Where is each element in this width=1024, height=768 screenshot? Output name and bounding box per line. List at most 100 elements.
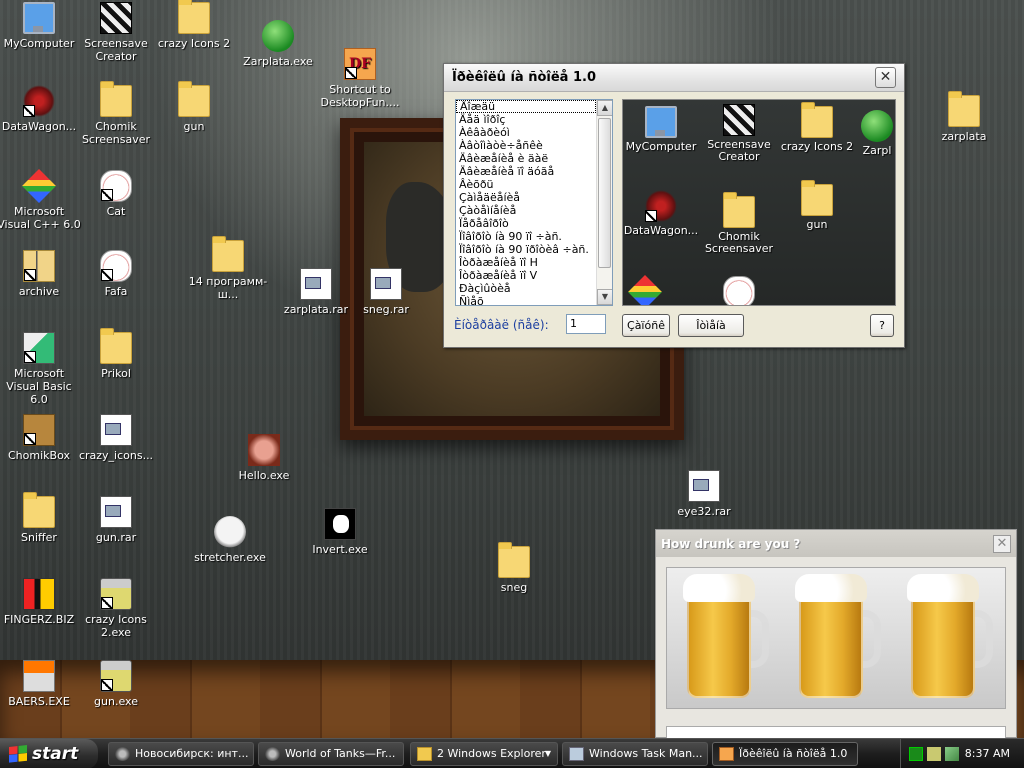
document-icon — [688, 470, 720, 502]
effect-list-item[interactable]: Àâòîìàòè÷åñêè — [456, 139, 596, 152]
dialog-titlebar[interactable]: Ïðèêîëû íà ñòîëå 1.0 ✕ — [444, 64, 904, 92]
folder-icon — [100, 328, 132, 364]
effect-list-item[interactable]: Ñìåõ — [456, 295, 596, 305]
virus-icon — [645, 190, 677, 222]
desktop-icon-chomikbox[interactable]: ChomikBox — [0, 414, 81, 462]
effect-preview: MyComputer Screensave Creator crazy Icon… — [622, 99, 896, 306]
effect-list-item[interactable]: Àêâàðèóì — [456, 126, 596, 139]
desktop-icon-hello-exe[interactable]: Hello.exe — [222, 434, 306, 482]
taskbar-item-task-manager[interactable]: Windows Task Man... — [562, 742, 708, 766]
effect-listbox[interactable]: Äîæäü Äåä ìîðîç Àêâàðèóì Àâòîìàòè÷åñêè Äâèæå… — [455, 99, 613, 306]
desktop-icon-zarplata-exe[interactable]: Zarplata.exe — [236, 20, 320, 68]
desktop-icon-my-computer[interactable]: MyComputer — [0, 2, 81, 50]
desktop-icon-ms-visual-cpp[interactable]: Microsoft Visual C++ 6.0 — [0, 169, 81, 231]
desktop-icon-gun-exe[interactable]: gun.exe — [74, 660, 158, 708]
listbox-scrollbar[interactable]: ▲ ▼ — [596, 100, 612, 305]
desktop-icon-zarplata-folder[interactable]: zarplata — [922, 91, 1006, 143]
close-icon[interactable]: ✕ — [875, 67, 896, 88]
desktop[interactable]: MyComputer DataWagon... Microsoft Visual… — [0, 0, 1024, 738]
cubes-icon — [628, 275, 662, 305]
tray-network-icon[interactable] — [945, 747, 959, 761]
effect-list-item[interactable]: Äåä ìîðîç — [456, 113, 596, 126]
interval-label: Èíòåðâàë (ñåê): — [454, 318, 549, 332]
preview-icon: Screensave Creator — [699, 104, 779, 163]
tray-green-icon[interactable] — [909, 747, 923, 761]
desktop-icon-cat[interactable]: Cat — [74, 170, 158, 218]
desktop-icon-sneg-folder[interactable]: sneg — [472, 542, 556, 594]
start-button[interactable]: start — [0, 739, 98, 768]
beer-titlebar[interactable]: How drunk are you ? ✕ — [656, 530, 1016, 557]
desktop-icon-gun-rar[interactable]: gun.rar — [74, 496, 158, 544]
desktop-icon-gun-folder[interactable]: gun — [152, 81, 236, 133]
document-icon — [100, 414, 132, 446]
tray-app-icon[interactable] — [927, 747, 941, 761]
effect-list-item[interactable]: Äîæäü — [456, 100, 596, 113]
wot-icon — [115, 747, 130, 761]
effect-list-item[interactable]: Ïîâîðîò íà 90 ïðîòèâ ÷àñ. — [456, 243, 596, 256]
desktop-icon-eye32-rar[interactable]: eye32.rar — [662, 470, 746, 518]
effect-list-item[interactable]: Âèõðü — [456, 178, 596, 191]
preview-icon: Chomik Screensaver — [699, 192, 779, 255]
effect-list-item[interactable]: Çàòåìíåíèå — [456, 204, 596, 217]
desktop-icon-baers[interactable]: BAERS.EXE — [0, 660, 81, 708]
apply-button[interactable]: Çàïóñê — [622, 314, 670, 337]
preview-icon: Zarpl — [855, 110, 895, 157]
close-icon[interactable]: ✕ — [993, 534, 1011, 553]
desktop-icon-sniffer[interactable]: Sniffer — [0, 492, 81, 544]
desktop-icon-programs-14[interactable]: 14 программ-ш... — [186, 236, 270, 301]
scroll-thumb[interactable] — [598, 118, 611, 268]
beer-bottom-panel — [666, 726, 1006, 738]
desktop-icon-sneg-rar[interactable]: sneg.rar — [344, 268, 428, 316]
effect-list-item[interactable]: Îòðàæåíèå ïî H — [456, 256, 596, 269]
smiley-icon — [214, 516, 246, 548]
desktop-icon-prikol[interactable]: Prikol — [74, 328, 158, 380]
desktop-icon-chomik-screensaver[interactable]: Chomik Screensaver — [74, 81, 158, 146]
effect-list-item[interactable]: Äâèæåíèå è äàë — [456, 152, 596, 165]
taskbar-item-world-of-tanks[interactable]: World of Tanks—Fr... — [258, 742, 404, 766]
desktop-icon-crazy-icons-2-exe[interactable]: crazy Icons 2.exe — [74, 578, 158, 639]
taskbar-item-windows-explorer[interactable]: 2 Windows Explorer ▼ — [410, 742, 558, 766]
beer-mug-icon[interactable] — [905, 574, 993, 702]
effect-list-item[interactable]: Ïåðåâîðîò — [456, 217, 596, 230]
preview-icon: gun — [777, 180, 857, 231]
folder-icon — [100, 81, 132, 117]
effect-list-item[interactable]: Ïîâîðîò íà 90 ïî ÷àñ. — [456, 230, 596, 243]
folder-icon — [417, 747, 432, 761]
desktop-icon-fafa[interactable]: Fafa — [74, 250, 158, 298]
effect-list-item[interactable]: Äâèæåíèå ïî äóãå — [456, 165, 596, 178]
bottle-icon — [100, 578, 132, 610]
desktop-icon-fingerz[interactable]: FINGERZ.BIZ — [0, 578, 81, 626]
prikoly-dialog[interactable]: Ïðèêîëû íà ñòîëå 1.0 ✕ Äîæäü Äåä ìîðîç Àêâ… — [443, 63, 905, 348]
clock[interactable]: 8:37 AM — [965, 739, 1010, 768]
help-button[interactable]: ? — [870, 314, 894, 337]
scroll-up-arrow-icon[interactable]: ▲ — [597, 100, 612, 116]
monitor-icon — [645, 106, 677, 138]
effect-list-item[interactable]: Ðàçìûòèå — [456, 282, 596, 295]
folder-icon — [948, 91, 980, 127]
desktop-icon-screensave-creator[interactable]: Screensave Creator — [74, 2, 158, 63]
task-manager-icon — [569, 747, 584, 761]
desktop-icon-datawagon[interactable]: DataWagon... — [0, 85, 81, 133]
scroll-down-arrow-icon[interactable]: ▼ — [597, 289, 612, 305]
desktop-icon-ms-visual-basic[interactable]: Microsoft Visual Basic 6.0 — [0, 332, 81, 406]
desktop-icon-archive[interactable]: archive — [0, 250, 81, 298]
drunk-test-window[interactable]: How drunk are you ? ✕ — [655, 529, 1017, 738]
beer-mug-icon[interactable] — [681, 574, 769, 702]
desktop-icon-desktopfun-shortcut[interactable]: DF Shortcut to DesktopFun.... — [318, 48, 402, 109]
preview-icon: crazy Icons 2 — [777, 102, 857, 153]
desktop-icon-crazy-icons-rar[interactable]: crazy_icons... — [74, 414, 158, 462]
folder-icon — [801, 102, 833, 138]
taskbar-item-novosibirsk[interactable]: Новосибирск: инт... — [108, 742, 254, 766]
interval-field[interactable]: 1 — [566, 314, 606, 334]
desktop-icon-stretcher-exe[interactable]: stretcher.exe — [188, 516, 272, 564]
effect-list-item[interactable]: Îòðàæåíèå ïî V — [456, 269, 596, 282]
desktop-icon-crazy-icons-2[interactable]: crazy Icons 2 — [152, 0, 236, 50]
desktop-icon-invert-exe[interactable]: Invert.exe — [298, 508, 382, 556]
beer-mug-icon[interactable] — [793, 574, 881, 702]
preview-icon: Mi — [623, 275, 685, 305]
cancel-button[interactable]: Îòìåíà — [678, 314, 744, 337]
effect-list-item[interactable]: Çàìåäëåíèå — [456, 191, 596, 204]
beer-title: How drunk are you ? — [661, 536, 801, 551]
preview-icon: MyComputer — [623, 106, 701, 153]
taskbar-item-prikoly[interactable]: Ïðèêîëû íà ñòîëå 1.0 — [712, 742, 858, 766]
